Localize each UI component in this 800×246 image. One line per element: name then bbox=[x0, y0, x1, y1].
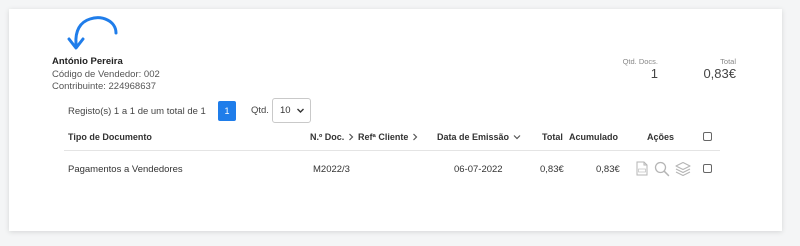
cell-data: 06-07-2022 bbox=[454, 164, 503, 175]
header-num-label: N.º Doc. bbox=[310, 132, 345, 142]
summary-docs: Qtd. Docs. 1 bbox=[612, 57, 658, 81]
search-icon[interactable] bbox=[654, 161, 670, 177]
records-info: Registo(s) 1 a 1 de um total de 1 bbox=[68, 105, 206, 117]
header-acum: Acumulado bbox=[569, 132, 619, 142]
page-button-1[interactable]: 1 bbox=[218, 101, 236, 121]
total-value: 0,83€ bbox=[703, 66, 736, 81]
pdf-icon[interactable] bbox=[636, 161, 648, 176]
vendor-nif: Contribuinte: 224968637 bbox=[52, 81, 157, 92]
cell-tipo: Pagamentos a Vendedores bbox=[68, 164, 183, 175]
header-ref[interactable]: Refª Cliente bbox=[358, 132, 418, 142]
qtd-label: Qtd. bbox=[251, 105, 269, 116]
chevron-right-icon bbox=[348, 133, 354, 141]
page-size-select[interactable]: 10 bbox=[272, 98, 311, 123]
total-label: Total bbox=[720, 57, 736, 66]
header-acoes: Ações bbox=[647, 132, 675, 142]
header-ref-label: Refª Cliente bbox=[358, 132, 409, 142]
row-checkbox[interactable] bbox=[703, 164, 712, 173]
layers-icon[interactable] bbox=[675, 161, 691, 177]
summary-total: Total 0,83€ bbox=[690, 57, 736, 81]
cell-total: 0,83€ bbox=[540, 164, 564, 175]
vendor-code: Código de Vendedor: 002 bbox=[52, 68, 160, 80]
docs-count-value: 1 bbox=[650, 66, 658, 81]
select-all-checkbox[interactable] bbox=[703, 132, 712, 141]
header-data-label: Data de Emissão bbox=[437, 132, 510, 142]
page-size-value: 10 bbox=[280, 105, 291, 116]
vendor-name: António Pereira bbox=[52, 56, 123, 67]
header-tipo: Tipo de Documento bbox=[68, 132, 152, 142]
table-divider bbox=[64, 150, 720, 151]
chevron-down-icon bbox=[513, 134, 521, 140]
header-data[interactable]: Data de Emissão bbox=[437, 132, 521, 142]
docs-count-label: Qtd. Docs. bbox=[622, 57, 658, 66]
vendor-info: António Pereira Código de Vendedor: 002 … bbox=[52, 56, 160, 94]
cell-acum: 0,83€ bbox=[596, 164, 620, 175]
cell-num: M2022/3 bbox=[313, 164, 350, 175]
curved-arrow-icon bbox=[67, 16, 118, 50]
chevron-down-icon bbox=[297, 108, 304, 113]
header-num[interactable]: N.º Doc. bbox=[310, 132, 354, 142]
chevron-right-icon bbox=[412, 133, 418, 141]
header-total: Total bbox=[542, 132, 563, 142]
